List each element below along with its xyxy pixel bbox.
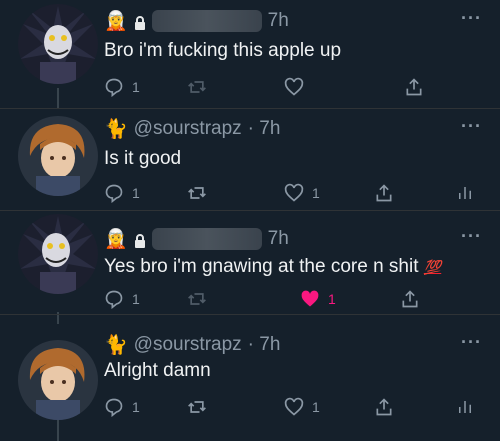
retweet-button[interactable] <box>186 77 208 97</box>
more-options-button[interactable]: ··· <box>461 8 482 29</box>
retweet-button[interactable] <box>186 183 208 203</box>
lock-icon <box>134 14 146 30</box>
tweet[interactable]: 🧝 7h ··· Bro i'm fucking this apple up 1 <box>0 0 500 109</box>
share-button[interactable] <box>374 397 394 417</box>
reply-icon <box>105 78 123 97</box>
like-button[interactable] <box>284 77 304 97</box>
ryuk-avatar-icon <box>18 214 98 294</box>
tweet-actions: 1 1 <box>104 286 484 312</box>
cat-emoji-icon: 🐈 <box>104 334 128 356</box>
reply-icon <box>105 290 123 309</box>
share-icon <box>406 78 422 96</box>
reply-count: 1 <box>132 291 140 307</box>
tweet[interactable]: 🧝 7h ··· Yes bro i'm gnawing at the core… <box>0 210 500 315</box>
like-count: 1 <box>312 185 320 201</box>
more-options-button[interactable]: ··· <box>461 332 482 353</box>
tweet-header: 🐈 @sourstrapz · 7h <box>104 332 280 358</box>
share-icon <box>376 398 392 416</box>
heart-icon <box>284 183 304 202</box>
share-icon <box>402 290 418 308</box>
tweet-handle[interactable]: @sourstrapz <box>134 118 242 140</box>
share-button[interactable] <box>374 183 394 203</box>
reply-count: 1 <box>132 79 140 95</box>
avatar[interactable] <box>18 340 98 420</box>
tweet-actions: 1 1 <box>104 180 484 206</box>
share-button[interactable] <box>400 289 420 309</box>
more-options-button[interactable]: ··· <box>461 116 482 137</box>
retweet-icon <box>188 293 206 305</box>
reply-button[interactable]: 1 <box>104 397 140 417</box>
tweet-handle[interactable]: @sourstrapz <box>134 334 242 356</box>
tweet-text: Alright damn <box>104 360 211 381</box>
heart-icon <box>284 397 304 416</box>
avatar[interactable] <box>18 116 98 196</box>
hundred-points-emoji-icon: 💯 <box>423 259 442 275</box>
reply-icon <box>105 184 123 203</box>
reply-count: 1 <box>132 399 140 415</box>
more-options-button[interactable]: ··· <box>461 226 482 247</box>
share-icon <box>376 184 392 202</box>
tweet-header: 🧝 7h <box>104 8 289 34</box>
reply-count: 1 <box>132 185 140 201</box>
avatar[interactable] <box>18 4 98 84</box>
retweet-icon <box>188 81 206 93</box>
analytics-icon <box>459 187 471 199</box>
like-button[interactable]: 1 <box>300 289 336 309</box>
tweet[interactable]: 🐈 @sourstrapz · 7h ··· Alright damn 1 1 <box>0 314 500 441</box>
tweet-text-body: Yes bro i'm gnawing at the core n shit <box>104 256 419 277</box>
analytics-button[interactable] <box>456 397 474 417</box>
lock-icon <box>134 232 146 248</box>
avatar[interactable] <box>18 214 98 294</box>
retweet-button[interactable] <box>186 289 208 309</box>
reply-button[interactable]: 1 <box>104 77 140 97</box>
tweet-text: Is it good <box>104 148 182 169</box>
tweet-header: 🧝 7h <box>104 226 289 252</box>
redacted-username <box>151 228 262 250</box>
elf-emoji-icon: 🧝 <box>104 228 128 250</box>
tweet-text: Bro i'm fucking this apple up <box>104 40 342 61</box>
analytics-button[interactable] <box>456 183 474 203</box>
retweet-icon <box>188 401 206 413</box>
tweet-time: · 7h <box>247 334 281 355</box>
tweet-time: 7h <box>267 228 289 249</box>
share-button[interactable] <box>404 77 424 97</box>
reply-button[interactable]: 1 <box>104 183 140 203</box>
reply-button[interactable]: 1 <box>104 289 140 309</box>
retweet-icon <box>188 187 206 199</box>
tweet-header: 🐈 @sourstrapz · 7h <box>104 116 280 142</box>
like-count: 1 <box>312 399 320 415</box>
elf-emoji-icon: 🧝 <box>104 10 128 32</box>
tweet-text: Yes bro i'm gnawing at the core n shit 💯 <box>104 256 441 278</box>
cat-emoji-icon: 🐈 <box>104 118 128 140</box>
heart-filled-icon <box>301 290 319 307</box>
reply-icon <box>105 398 123 417</box>
tweet[interactable]: 🐈 @sourstrapz · 7h ··· Is it good 1 1 <box>0 108 500 211</box>
like-count: 1 <box>328 291 336 307</box>
tweet-actions: 1 1 <box>104 394 484 420</box>
like-button[interactable]: 1 <box>284 397 320 417</box>
tweet-actions: 1 <box>104 74 484 100</box>
heart-icon <box>284 77 304 96</box>
light-avatar-icon <box>18 116 98 196</box>
redacted-username <box>151 10 262 32</box>
analytics-icon <box>459 401 471 413</box>
tweet-time: 7h <box>267 10 289 31</box>
retweet-button[interactable] <box>186 397 208 417</box>
light-avatar-icon <box>18 340 98 420</box>
ryuk-avatar-icon <box>18 4 98 84</box>
tweet-time: · 7h <box>247 118 281 139</box>
like-button[interactable]: 1 <box>284 183 320 203</box>
